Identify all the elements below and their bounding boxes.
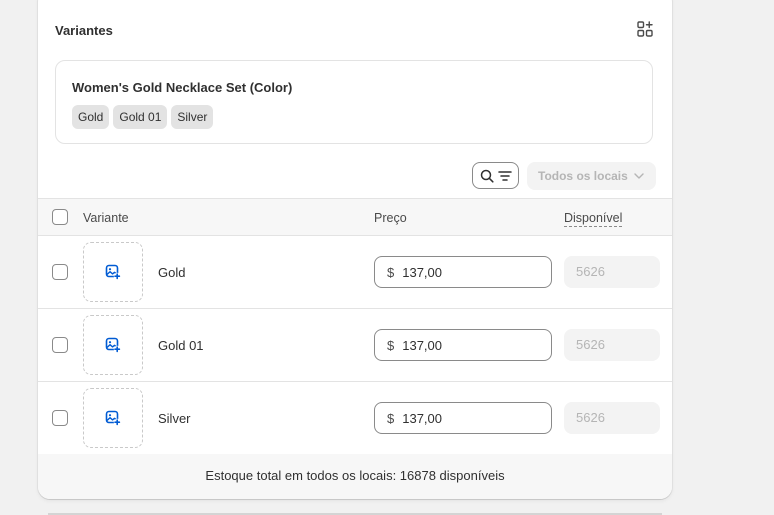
variant-name[interactable]: Silver [158,411,191,426]
option-values: Gold Gold 01 Silver [72,105,214,129]
search-filter-button[interactable] [472,162,519,189]
variants-card: Variantes Women's Gold Necklace Set (Col… [38,0,672,499]
search-icon [480,169,494,183]
inventory-footer: Estoque total em todos os locais: 16878 … [38,454,672,499]
option-value-chip: Silver [171,105,214,129]
location-select-label: Todos os locais [538,169,628,183]
card-title: Variantes [55,23,113,38]
image-add-icon [105,410,121,426]
column-header-variant[interactable]: Variante [83,211,129,225]
table-row[interactable]: Gold $ 5626 [38,236,672,309]
currency-symbol: $ [387,264,395,280]
price-input[interactable] [402,410,543,426]
currency-symbol: $ [387,337,395,353]
image-add-icon [105,264,121,280]
option-group[interactable]: Women's Gold Necklace Set (Color) Gold G… [55,60,653,144]
option-name: Women's Gold Necklace Set (Color) [72,80,293,95]
price-field[interactable]: $ [374,329,552,361]
filter-icon [497,170,512,181]
available-field: 5626 [564,256,660,288]
variant-name[interactable]: Gold 01 [158,338,204,353]
select-all-checkbox[interactable] [52,209,68,225]
available-field: 5626 [564,329,660,361]
table-row[interactable]: Silver $ 5626 [38,382,672,455]
price-field[interactable]: $ [374,402,552,434]
currency-symbol: $ [387,410,395,426]
total-inventory-text: Estoque total em todos os locais: 16878 … [205,468,505,483]
option-value-chip: Gold 01 [113,105,168,129]
location-select[interactable]: Todos os locais [527,162,656,190]
table-row[interactable]: Gold 01 $ 5626 [38,309,672,382]
price-input[interactable] [402,264,543,280]
image-add-icon [105,337,121,353]
variant-name[interactable]: Gold [158,265,185,280]
option-value-chip: Gold [72,105,110,129]
price-field[interactable]: $ [374,256,552,288]
row-checkbox[interactable] [52,337,68,353]
chevron-down-icon [634,173,644,179]
row-checkbox[interactable] [52,264,68,280]
price-input[interactable] [402,337,543,353]
available-field: 5626 [564,402,660,434]
grid-plus-icon[interactable] [636,20,654,38]
column-header-available[interactable]: Disponível [564,211,623,227]
add-image-button[interactable] [83,388,143,448]
add-image-button[interactable] [83,242,143,302]
column-header-price[interactable]: Preço [374,211,407,225]
table-header: Variante Preço Disponível [38,198,672,236]
row-checkbox[interactable] [52,410,68,426]
add-image-button[interactable] [83,315,143,375]
